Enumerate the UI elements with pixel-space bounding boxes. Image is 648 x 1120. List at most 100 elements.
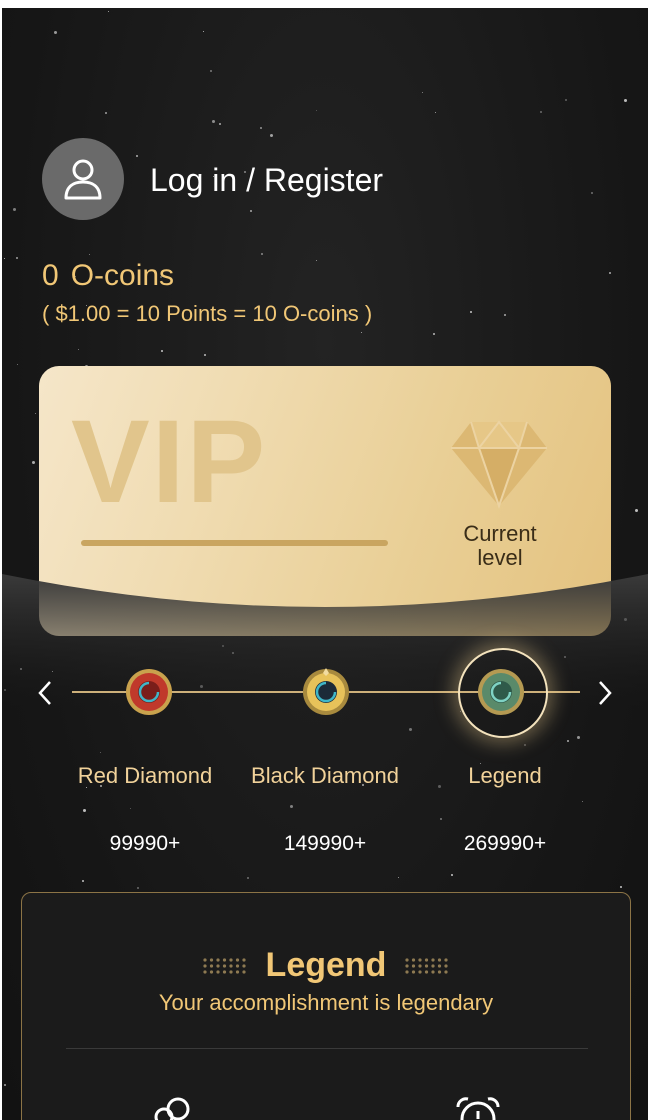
star [620,886,622,888]
star [203,31,204,32]
level-name-black-diamond: Black Diamond [251,763,399,788]
star [567,740,569,742]
star [433,333,435,335]
decor-dot [424,970,429,974]
current-level-label: Current level [463,521,537,570]
legend-badge-icon [478,669,524,715]
coins-balance: 0 O-coins [42,258,174,294]
previous-level-button[interactable] [30,676,60,710]
star [577,736,580,739]
star [609,272,611,274]
star [78,349,79,350]
level-badge-red-diamond[interactable] [125,668,173,716]
level-points-red-diamond: 99990+ [109,832,181,855]
star [290,805,293,808]
decor-dot [444,970,448,974]
decor-dot [405,958,409,962]
decor-dot [424,958,429,962]
decor-dot [437,964,442,968]
star [409,728,412,731]
vip-screen: Log in / Register 0 O-coins ( $1.00 = 10 … [2,8,648,1120]
decor-dot [418,964,422,968]
avatar[interactable] [42,138,124,220]
star [247,877,249,879]
star [624,99,627,102]
star [219,123,221,125]
decor-dot [405,970,409,974]
star [204,354,206,356]
decor-dot [405,964,409,968]
star [422,92,423,93]
coins-value: 0 [42,259,59,292]
star [260,127,262,129]
star [582,801,583,802]
star [13,208,16,211]
decor-dot [444,964,448,968]
coins-unit: O-coins [70,259,175,292]
star [212,120,215,123]
star [591,192,593,194]
star [524,744,526,746]
alarm-clock-icon [456,1097,500,1120]
level-name-red-diamond: Red Diamond [77,763,213,788]
level-benefits-panel: Legend Your accomplishment is legendary [21,892,631,1120]
decor-dot [431,964,435,968]
star [130,808,131,809]
star [316,260,317,261]
level-badge-legend[interactable] [477,668,525,716]
decor-dot [418,958,422,962]
star [17,364,18,365]
decor-dots-right [405,958,448,974]
star [451,874,453,876]
star [210,70,212,72]
level-badge-black-diamond[interactable] [302,668,350,716]
decor-dot [431,958,435,962]
star [35,413,36,414]
star [361,332,362,333]
next-level-button[interactable] [590,676,620,710]
vip-progress-bar [81,540,388,546]
exchange-rate-text: ( $1.00 = 10 Points = 10 O-coins ) [42,301,373,326]
decor-dot [431,970,435,974]
decor-dot [437,958,442,962]
star [108,11,109,12]
user-icon [64,159,102,200]
decor-dot [418,970,422,974]
level-subtitle: Your accomplishment is legendary [158,990,494,1015]
star [270,134,273,137]
decor-dot [437,970,442,974]
chevron-left-icon [38,681,51,705]
star [261,253,263,255]
star [250,210,252,212]
level-points-black-diamond: 149990+ [283,832,367,855]
level-points-legend: 269990+ [463,832,547,855]
decor-dot [424,964,429,968]
login-register-link[interactable]: Log in / Register [150,160,383,200]
star [137,887,139,889]
chevron-right-icon [599,681,612,705]
diamond-icon [451,420,547,510]
coins-icon [154,1097,190,1120]
star [470,311,472,313]
star [398,877,399,878]
star [540,111,542,113]
star [504,314,506,316]
star [82,880,84,882]
decor-dot [411,964,416,968]
star [83,809,86,812]
vip-watermark: VIP [71,396,268,528]
star [161,350,163,352]
star [4,1084,6,1086]
star [32,461,35,464]
decor-dot [411,970,416,974]
decor-dot [444,958,448,962]
red-diamond-badge-icon [126,669,172,715]
level-name-legend: Legend [468,763,542,788]
star [100,752,101,753]
divider [66,1048,588,1049]
star [4,258,5,259]
star [635,509,638,512]
star [316,110,317,111]
star [136,155,138,157]
black-diamond-badge-icon [303,668,349,715]
